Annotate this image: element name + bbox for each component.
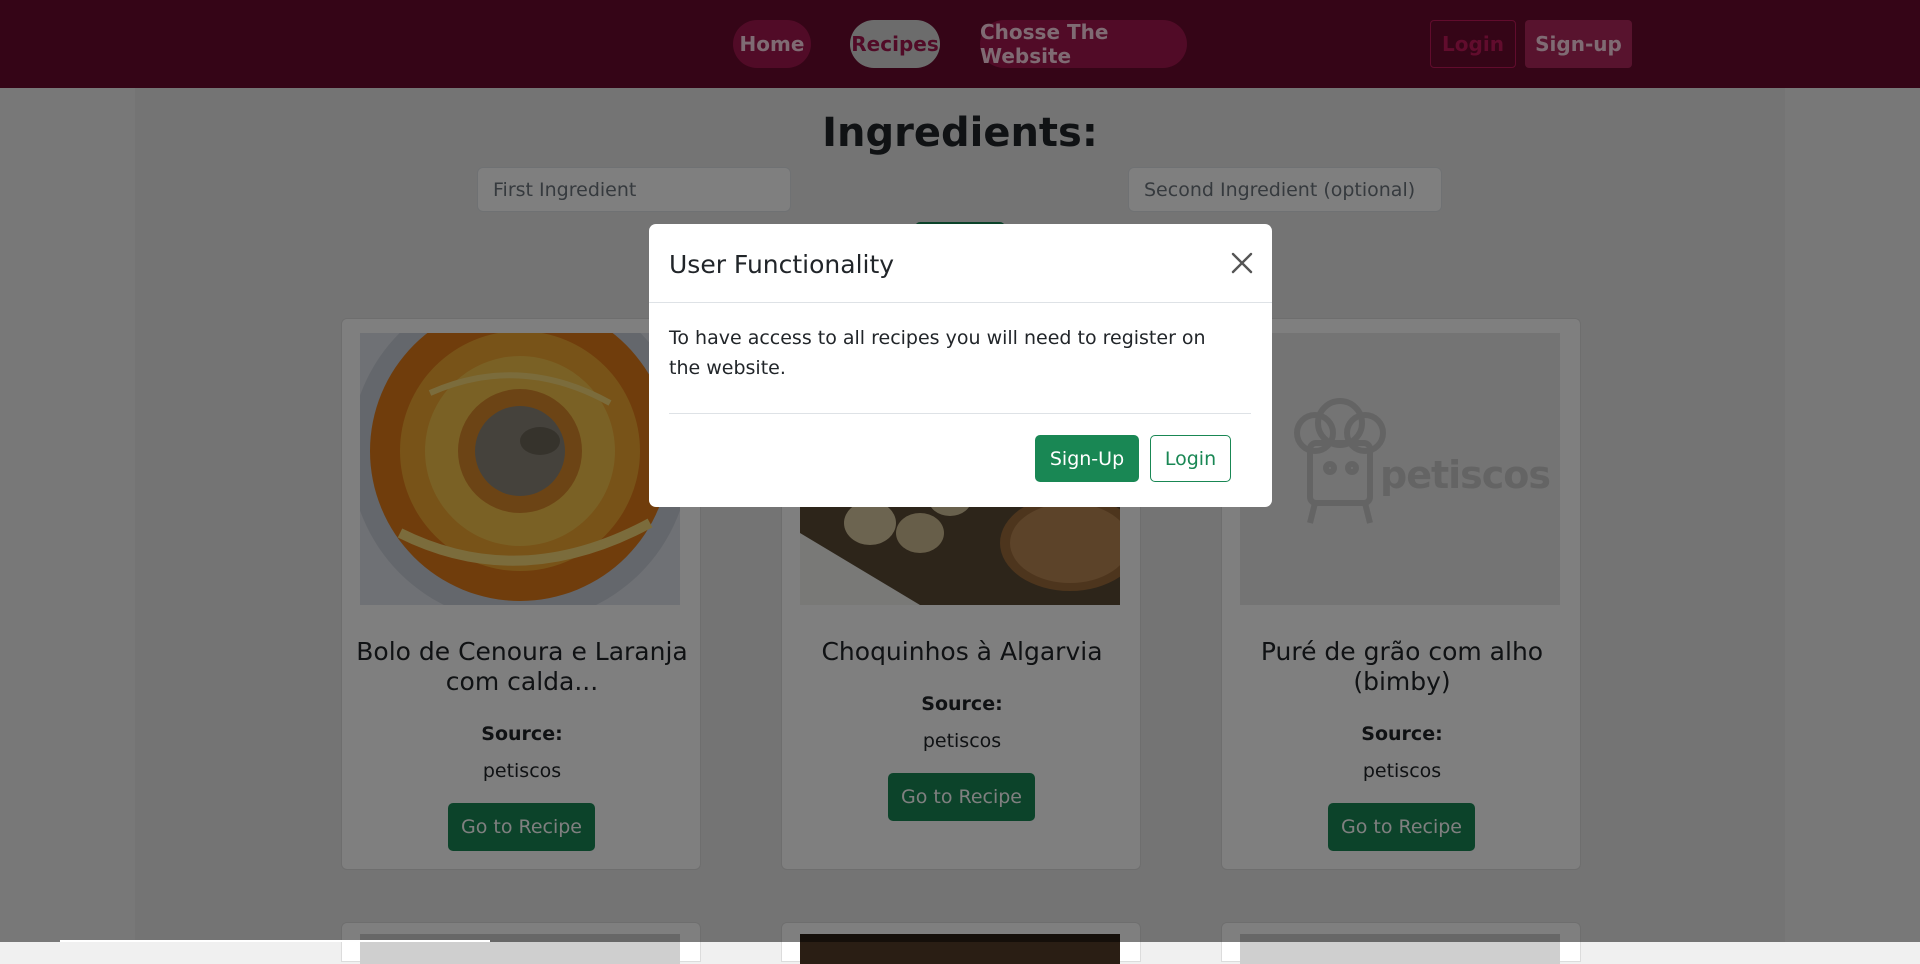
divider (649, 302, 1272, 303)
modal-login-button[interactable]: Login (1150, 435, 1231, 482)
divider (669, 413, 1251, 414)
user-functionality-modal: User Functionality To have access to all… (649, 224, 1272, 507)
close-icon[interactable] (1227, 248, 1257, 278)
modal-title: User Functionality (669, 250, 895, 279)
modal-signup-button[interactable]: Sign-Up (1035, 435, 1139, 482)
modal-body-text: To have access to all recipes you will n… (669, 327, 1206, 379)
